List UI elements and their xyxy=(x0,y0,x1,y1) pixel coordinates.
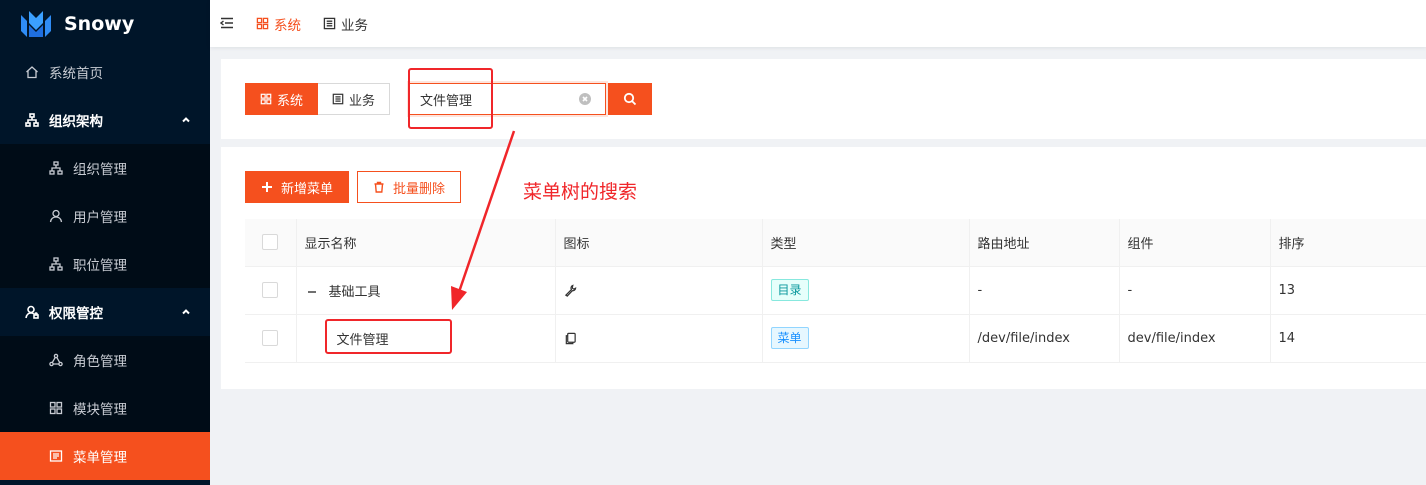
sidebar-item-org-manage[interactable]: 组织管理 xyxy=(0,144,210,192)
sidebar-item-label: 职位管理 xyxy=(73,258,127,274)
select-all-checkbox[interactable] xyxy=(262,234,279,251)
select-all-cell xyxy=(245,219,296,267)
menu-name: 基础工具 xyxy=(328,284,381,300)
annotation-box-search xyxy=(408,68,493,129)
path-cell: /dev/file/index xyxy=(968,314,1119,363)
plus-icon xyxy=(262,182,272,192)
tool-wrench-icon xyxy=(564,283,576,297)
document-list-icon xyxy=(323,17,336,30)
sidebar-item-position-manage[interactable]: 职位管理 xyxy=(0,240,210,288)
path-cell: - xyxy=(968,266,1119,315)
user-lock-icon xyxy=(24,304,40,320)
sidebar-item-label: 角色管理 xyxy=(73,354,127,370)
annotation-box-result xyxy=(325,319,452,354)
segment-system[interactable]: 系统 xyxy=(245,83,319,115)
icon-cell xyxy=(554,314,762,363)
batch-delete-label: 批量删除 xyxy=(393,180,446,196)
sidebar-item-label: 权限管控 xyxy=(49,306,103,322)
component-cell: dev/file/index xyxy=(1118,314,1270,363)
row-select-cell xyxy=(245,314,296,363)
sidebar-item-role-manage[interactable]: 角色管理 xyxy=(0,336,210,384)
module-grid-icon xyxy=(256,17,269,30)
type-cell: 菜单 xyxy=(761,314,969,363)
role-nodes-icon xyxy=(48,352,64,368)
type-cell: 目录 xyxy=(761,266,969,315)
icon-cell xyxy=(554,266,762,315)
column-header[interactable]: 组件 xyxy=(1118,219,1270,267)
column-header[interactable]: 排序 xyxy=(1269,219,1426,267)
document-list-icon xyxy=(332,93,344,105)
header-tab-business[interactable]: 业务 xyxy=(323,14,368,34)
column-header[interactable]: 路由地址 xyxy=(968,219,1119,267)
type-tag: 菜单 xyxy=(770,327,809,349)
home-icon xyxy=(24,64,40,80)
type-tag: 目录 xyxy=(770,279,809,301)
module-grid-icon xyxy=(48,400,64,416)
row-select-cell xyxy=(245,266,296,315)
column-header[interactable]: 类型 xyxy=(761,219,969,267)
header-tab-label: 系统 xyxy=(274,17,301,34)
sort-cell: 14 xyxy=(1269,314,1426,363)
copy-icon xyxy=(565,332,576,344)
add-menu-button[interactable]: 新增菜单 xyxy=(245,171,350,203)
table-header-row: 显示名称 图标 类型 路由地址 组件 排序 xyxy=(245,219,1426,267)
clear-icon[interactable] xyxy=(579,93,591,105)
sidebar-item-label: 组织管理 xyxy=(73,162,127,178)
segment-label: 系统 xyxy=(277,93,304,109)
sidebar-item-label: 系统首页 xyxy=(49,66,103,82)
org-tree-icon xyxy=(24,112,40,128)
batch-delete-button[interactable]: 批量删除 xyxy=(357,171,462,203)
name-cell: 基础工具 xyxy=(295,266,555,315)
org-tree-icon xyxy=(48,256,64,272)
sidebar-item-module-manage[interactable]: 模块管理 xyxy=(0,384,210,432)
segment-business[interactable]: 业务 xyxy=(318,83,391,115)
trash-icon xyxy=(374,181,384,193)
table-toolbar: 新增菜单 批量删除 xyxy=(245,171,462,203)
menu-fold-icon[interactable] xyxy=(220,16,236,32)
sort-cell: 13 xyxy=(1269,266,1426,315)
chevron-up-icon xyxy=(180,306,192,318)
app-name: Snowy xyxy=(64,13,135,35)
top-header: 系统 业务 xyxy=(210,0,1426,47)
column-header[interactable]: 图标 xyxy=(554,219,762,267)
sidebar-group-permission[interactable]: 权限管控 xyxy=(0,288,210,336)
annotation-text: 菜单树的搜索 xyxy=(523,181,638,203)
org-tree-icon xyxy=(48,160,64,176)
category-segmented-control: 系统 业务 xyxy=(245,83,391,115)
search-icon xyxy=(623,92,637,106)
sidebar-item-user-manage[interactable]: 用户管理 xyxy=(0,192,210,240)
sidebar: Snowy 系统首页 组织架构 组织管理 用户管理 职位管理 权限管控 角色管理… xyxy=(0,0,210,485)
table-row[interactable]: 基础工具 目录 - - 13 xyxy=(245,266,1426,315)
sidebar-item-home[interactable]: 系统首页 xyxy=(0,48,210,96)
sidebar-item-label: 模块管理 xyxy=(73,402,127,418)
chevron-up-icon xyxy=(180,114,192,126)
menu-list-icon xyxy=(48,448,64,464)
snowy-logo-icon xyxy=(21,11,51,37)
sidebar-item-menu-manage[interactable]: 菜单管理 xyxy=(0,432,210,480)
sidebar-item-label: 用户管理 xyxy=(73,210,127,226)
header-tab-label: 业务 xyxy=(341,17,368,34)
search-card: 系统 业务 xyxy=(221,59,1426,139)
add-menu-label: 新增菜单 xyxy=(281,180,334,196)
component-cell: - xyxy=(1118,266,1270,315)
column-header[interactable]: 显示名称 xyxy=(295,219,555,267)
collapse-icon[interactable] xyxy=(305,285,319,299)
user-icon xyxy=(48,208,64,224)
sidebar-group-org[interactable]: 组织架构 xyxy=(0,96,210,144)
header-tab-system[interactable]: 系统 xyxy=(256,14,301,34)
segment-label: 业务 xyxy=(349,93,376,109)
search-button[interactable] xyxy=(608,83,652,115)
module-grid-icon xyxy=(260,93,272,105)
row-checkbox[interactable] xyxy=(262,282,279,298)
logo[interactable]: Snowy xyxy=(0,0,210,48)
row-checkbox[interactable] xyxy=(262,330,279,346)
sidebar-item-label: 菜单管理 xyxy=(73,450,127,466)
sidebar-item-label: 组织架构 xyxy=(49,114,103,130)
